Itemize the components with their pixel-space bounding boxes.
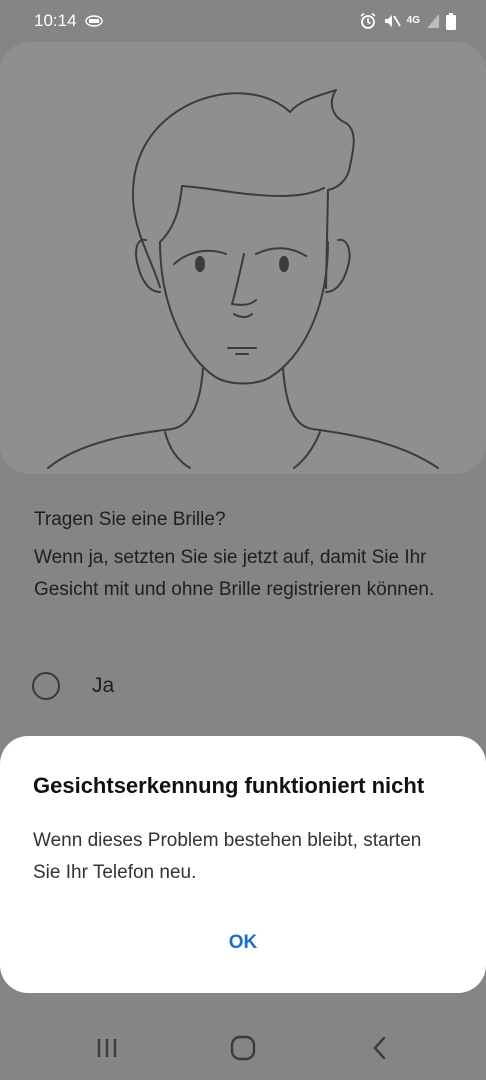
recent-apps-button[interactable] (87, 1032, 127, 1064)
signal-icon (427, 14, 439, 28)
mute-icon (384, 15, 401, 27)
battery-icon (446, 12, 456, 30)
app-notification-icon (85, 15, 103, 27)
question-description: Wenn ja, setzten Sie sie jetzt auf, dami… (34, 547, 435, 600)
option-yes[interactable]: Ja (32, 668, 114, 704)
navigation-bar (0, 1016, 486, 1080)
status-bar: 10:14 4G (0, 0, 486, 44)
alarm-icon (360, 12, 376, 29)
ok-button[interactable]: OK (218, 928, 268, 958)
option-yes-label: Ja (92, 674, 115, 697)
back-icon (373, 1036, 386, 1060)
question-title: Tragen Sie eine Brille? (34, 509, 226, 530)
status-icons: 4G (359, 12, 456, 30)
radio-button-yes[interactable] (32, 672, 60, 700)
back-button[interactable] (360, 1032, 400, 1064)
error-dialog: Gesichtserkennung funktioniert nicht Wen… (0, 736, 486, 993)
face-outline-illustration (47, 89, 439, 469)
recent-apps-icon (97, 1039, 117, 1057)
home-icon (230, 1035, 256, 1061)
dialog-title: Gesichtserkennung funktioniert nicht (33, 773, 425, 798)
face-illustration-card (0, 42, 486, 474)
dialog-message: Wenn dieses Problem bestehen bleibt, sta… (33, 830, 422, 883)
home-button[interactable] (223, 1032, 263, 1064)
network-type: 4G (406, 15, 420, 26)
status-time: 10:14 (34, 11, 77, 30)
